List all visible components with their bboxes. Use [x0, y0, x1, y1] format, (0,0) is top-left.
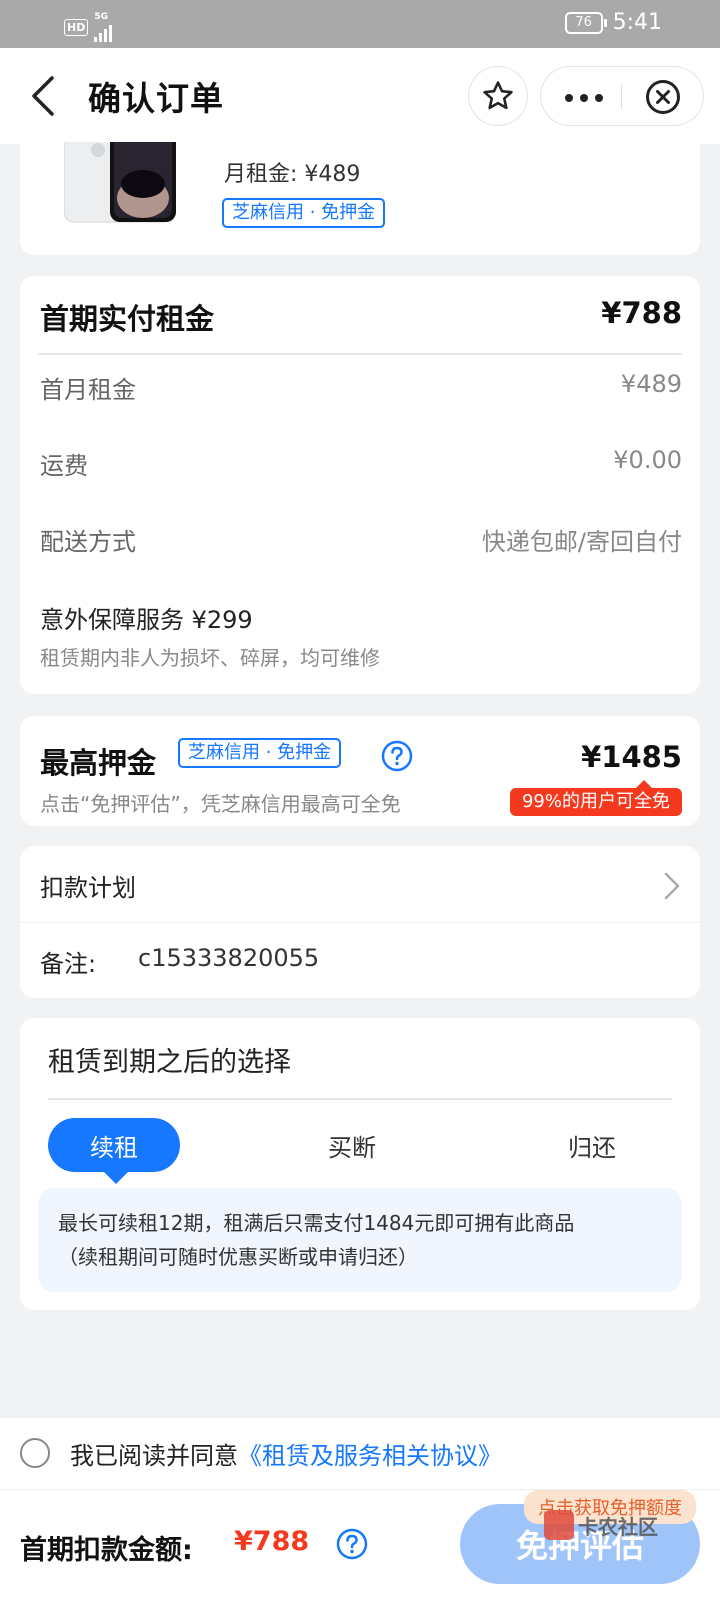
first-month-rent-value: ¥489 — [620, 370, 682, 398]
more-icon[interactable] — [565, 94, 603, 102]
help-icon[interactable] — [381, 740, 413, 772]
star-icon — [483, 81, 513, 110]
insurance-title: 意外保障服务 ¥299 — [40, 606, 253, 634]
first-charge-label: 首期扣款金额: — [20, 1535, 193, 1566]
footer-bar: 首期扣款金额: ¥788 免押评估 点击获取免押额度 卡农社区 — [0, 1490, 720, 1600]
divider — [20, 922, 700, 923]
product-card: 月租金: ¥489 芝麻信用 · 免押金 — [20, 130, 700, 255]
shipping-fee-value: ¥0.00 — [613, 446, 682, 474]
first-charge-amount: ¥788 — [234, 1526, 310, 1557]
watermark-logo-icon — [544, 1510, 574, 1540]
deposit-credit-tag: 芝麻信用 · 免押金 — [178, 738, 342, 768]
network-type: 5G — [94, 12, 108, 22]
close-icon[interactable] — [645, 79, 681, 115]
agreement-text: 我已阅读并同意《租赁及服务相关协议》 — [70, 1436, 502, 1471]
favorite-button[interactable] — [468, 66, 528, 126]
deposit-title: 最高押金 — [40, 746, 157, 780]
divider — [38, 353, 682, 355]
after-lease-desc-line1: 最长可续租12期，租满后只需支付1484元即可拥有此商品 — [58, 1211, 575, 1235]
delivery-method-value: 快递包邮/寄回自付 — [481, 528, 682, 556]
battery-icon: 76 — [564, 11, 607, 34]
delivery-method-label: 配送方式 — [40, 528, 136, 556]
monthly-rent: 月租金: ¥489 — [224, 156, 360, 188]
monthly-rent-label: 月租金: — [224, 162, 298, 187]
status-left: HD 5G — [64, 12, 113, 42]
payment-plan-label: 扣款计划 — [40, 874, 136, 902]
divider — [48, 1098, 672, 1100]
status-bar: HD 5G 76 5:41 — [0, 0, 720, 48]
agreement-row: 我已阅读并同意《租赁及服务相关协议》 — [0, 1418, 720, 1490]
agreement-checkbox[interactable] — [20, 1438, 50, 1468]
insurance-desc: 租赁期内非人为损坏、碎屏，均可维修 — [40, 646, 380, 670]
hd-indicator: HD — [64, 18, 89, 36]
first-payment-card: 首期实付租金 ¥788 首月租金 ¥489 运费 ¥0.00 配送方式 快递包邮… — [20, 276, 700, 694]
deposit-card: 最高押金 芝麻信用 · 免押金 ¥1485 点击“免押评估”，凭芝麻信用最高可全… — [20, 716, 700, 826]
after-lease-desc-line2: （续租期间可随时优惠买断或申请归还） — [58, 1245, 418, 1269]
after-lease-desc-box: 最长可续租12期，租满后只需支付1484元即可拥有此商品 （续租期间可随时优惠买… — [38, 1188, 682, 1292]
after-lease-title: 租赁到期之后的选择 — [48, 1047, 291, 1078]
first-payment-title: 首期实付租金 — [40, 302, 215, 336]
after-lease-card: 租赁到期之后的选择 续租 买断 归还 最长可续租12期，租满后只需支付1484元… — [20, 1018, 700, 1310]
tab-renew[interactable]: 续租 — [48, 1118, 180, 1184]
deposit-amount: ¥1485 — [581, 740, 682, 774]
first-month-rent-label: 首月租金 — [40, 376, 136, 404]
payment-plan-row[interactable]: 扣款计划 — [20, 846, 700, 922]
deposit-desc: 点击“免押评估”，凭芝麻信用最高可全免 — [40, 792, 401, 816]
note-value: c15333820055 — [138, 944, 320, 972]
capsule-divider — [621, 85, 622, 109]
first-payment-total: ¥788 — [601, 296, 682, 330]
agreement-link[interactable]: 《租赁及服务相关协议》 — [238, 1442, 502, 1470]
clock: 5:41 — [612, 10, 662, 35]
page-title: 确认订单 — [88, 79, 224, 118]
credit-tag: 芝麻信用 · 免押金 — [222, 198, 386, 228]
help-icon[interactable] — [336, 1528, 368, 1560]
agreement-label: 我已阅读并同意 — [70, 1442, 238, 1470]
note-label: 备注: — [40, 950, 97, 978]
product-image — [64, 142, 176, 223]
plan-card: 扣款计划 备注: c15333820055 — [20, 846, 700, 998]
mini-program-capsule — [540, 66, 704, 126]
tab-return[interactable]: 归还 — [526, 1118, 658, 1172]
chevron-right-icon — [664, 872, 680, 900]
signal-bars-icon — [94, 22, 113, 42]
tab-buyout[interactable]: 买断 — [286, 1118, 418, 1172]
signal-indicator: 5G — [94, 12, 113, 42]
deposit-badge: 99%的用户可全免 — [509, 780, 682, 816]
monthly-rent-value: ¥489 — [304, 162, 361, 187]
shipping-fee-label: 运费 — [40, 452, 88, 480]
watermark-text: 卡农社区 — [578, 1514, 658, 1539]
watermark: 卡农社区 — [544, 1510, 658, 1540]
back-arrow-icon[interactable] — [26, 74, 62, 118]
status-right: 76 5:41 — [564, 10, 662, 35]
